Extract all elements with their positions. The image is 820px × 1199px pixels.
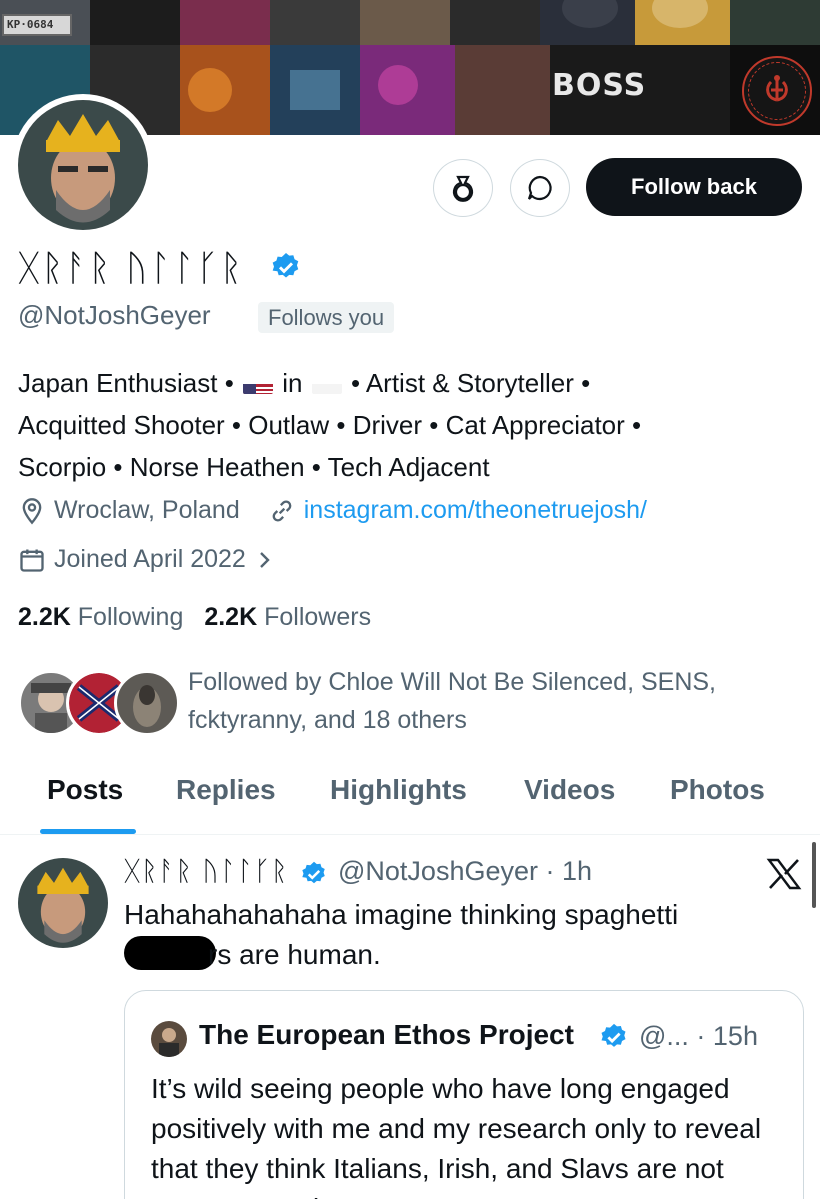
tab-photos[interactable]: Photos <box>670 774 765 806</box>
followers-link[interactable]: 2.2K Followers <box>204 603 371 631</box>
message-button[interactable] <box>510 159 570 217</box>
avatar <box>114 670 180 736</box>
post-text-line: Hahahahahahaha imagine thinking spaghett… <box>124 899 679 930</box>
post-text: Hahahahahahaha imagine thinking spaghett… <box>124 895 794 975</box>
joined-row[interactable]: Joined April 2022 <box>18 545 274 574</box>
following-label: Following <box>77 603 184 631</box>
location-icon <box>22 497 42 524</box>
followed-by-text[interactable]: Followed by Chloe Will Not Be Silenced, … <box>188 663 798 739</box>
followers-label: Followers <box>264 603 372 631</box>
us-flag-icon <box>243 374 274 394</box>
avatar-image <box>18 100 148 230</box>
post-handle-time: @NotJoshGeyer · 1h <box>338 856 593 886</box>
quote-text: It’s wild seeing people who have long en… <box>151 1073 762 1199</box>
following-link[interactable]: 2.2K Following <box>18 603 183 631</box>
followed-by-avatars[interactable] <box>18 670 180 738</box>
profile-meta-row: Wroclaw, Poland instagram.com/theonetrue… <box>18 496 647 525</box>
scrollbar[interactable] <box>812 842 816 908</box>
follow-stats: 2.2K Following 2.2K Followers <box>18 603 371 632</box>
bio-text: Japan Enthusiast • <box>18 368 242 398</box>
follow-back-button[interactable]: Follow back <box>586 158 802 216</box>
post-author-avatar[interactable] <box>18 858 108 948</box>
profile-handle: @NotJoshGeyer <box>18 300 211 330</box>
link-icon <box>272 499 292 522</box>
verified-icon[interactable] <box>300 860 328 888</box>
notification-bag-icon <box>452 175 474 202</box>
post-author-name[interactable]: ᚷᚱᚨᚱ ᚢᛚᛚᚴᚱ <box>124 856 288 887</box>
website-link[interactable]: instagram.com/theonetruejosh/ <box>304 496 647 525</box>
profile-tabs: Posts Replies Highlights Videos Photos <box>0 770 820 834</box>
profile-bio: Japan Enthusiast • in • Artist & Storyte… <box>18 362 808 488</box>
followers-count: 2.2K <box>204 603 258 631</box>
banner-boss-text: BOSS <box>552 68 647 103</box>
quote-handle-time: @... · 15h <box>639 1021 758 1051</box>
redaction-mark <box>124 936 216 970</box>
tab-highlights[interactable]: Highlights <box>330 774 467 806</box>
quoted-post[interactable]: The European Ethos Project @... · 15h It… <box>124 990 804 1199</box>
bio-text: • Artist & Storyteller • <box>343 368 591 398</box>
notification-button[interactable] <box>433 159 493 217</box>
tab-replies[interactable]: Replies <box>176 774 276 806</box>
post-text-line: rs are human. <box>208 939 381 970</box>
verified-icon <box>601 1023 626 1047</box>
display-name: ᚷᚱᚨᚱ ᚢᛚᛚᚴᚱ <box>18 248 244 289</box>
scorpion-icon <box>766 75 788 102</box>
quote-author-name: The European Ethos Project <box>199 1019 574 1050</box>
tab-videos[interactable]: Videos <box>524 774 615 806</box>
following-count: 2.2K <box>18 603 71 631</box>
joined-text: Joined April 2022 <box>54 545 246 573</box>
x-logo-icon <box>766 858 802 890</box>
chevron-right-icon <box>259 551 270 568</box>
license-plate: KP·0684 <box>2 14 72 36</box>
quote-author-avatar <box>151 1021 187 1057</box>
poland-flag-icon <box>311 374 342 394</box>
message-icon <box>527 175 552 201</box>
tab-posts[interactable]: Posts <box>47 774 123 806</box>
divider <box>0 834 820 835</box>
bio-text: in <box>275 368 310 398</box>
location-text: Wroclaw, Poland <box>54 496 240 524</box>
bio-text: Acquitted Shooter • Outlaw • Driver • Ca… <box>18 410 642 440</box>
verified-icon[interactable] <box>270 251 302 283</box>
profile-avatar[interactable] <box>12 94 154 236</box>
follows-you-badge: Follows you <box>258 302 395 333</box>
bio-text: Scorpio • Norse Heathen • Tech Adjacent <box>18 452 490 482</box>
calendar-icon <box>20 549 44 572</box>
